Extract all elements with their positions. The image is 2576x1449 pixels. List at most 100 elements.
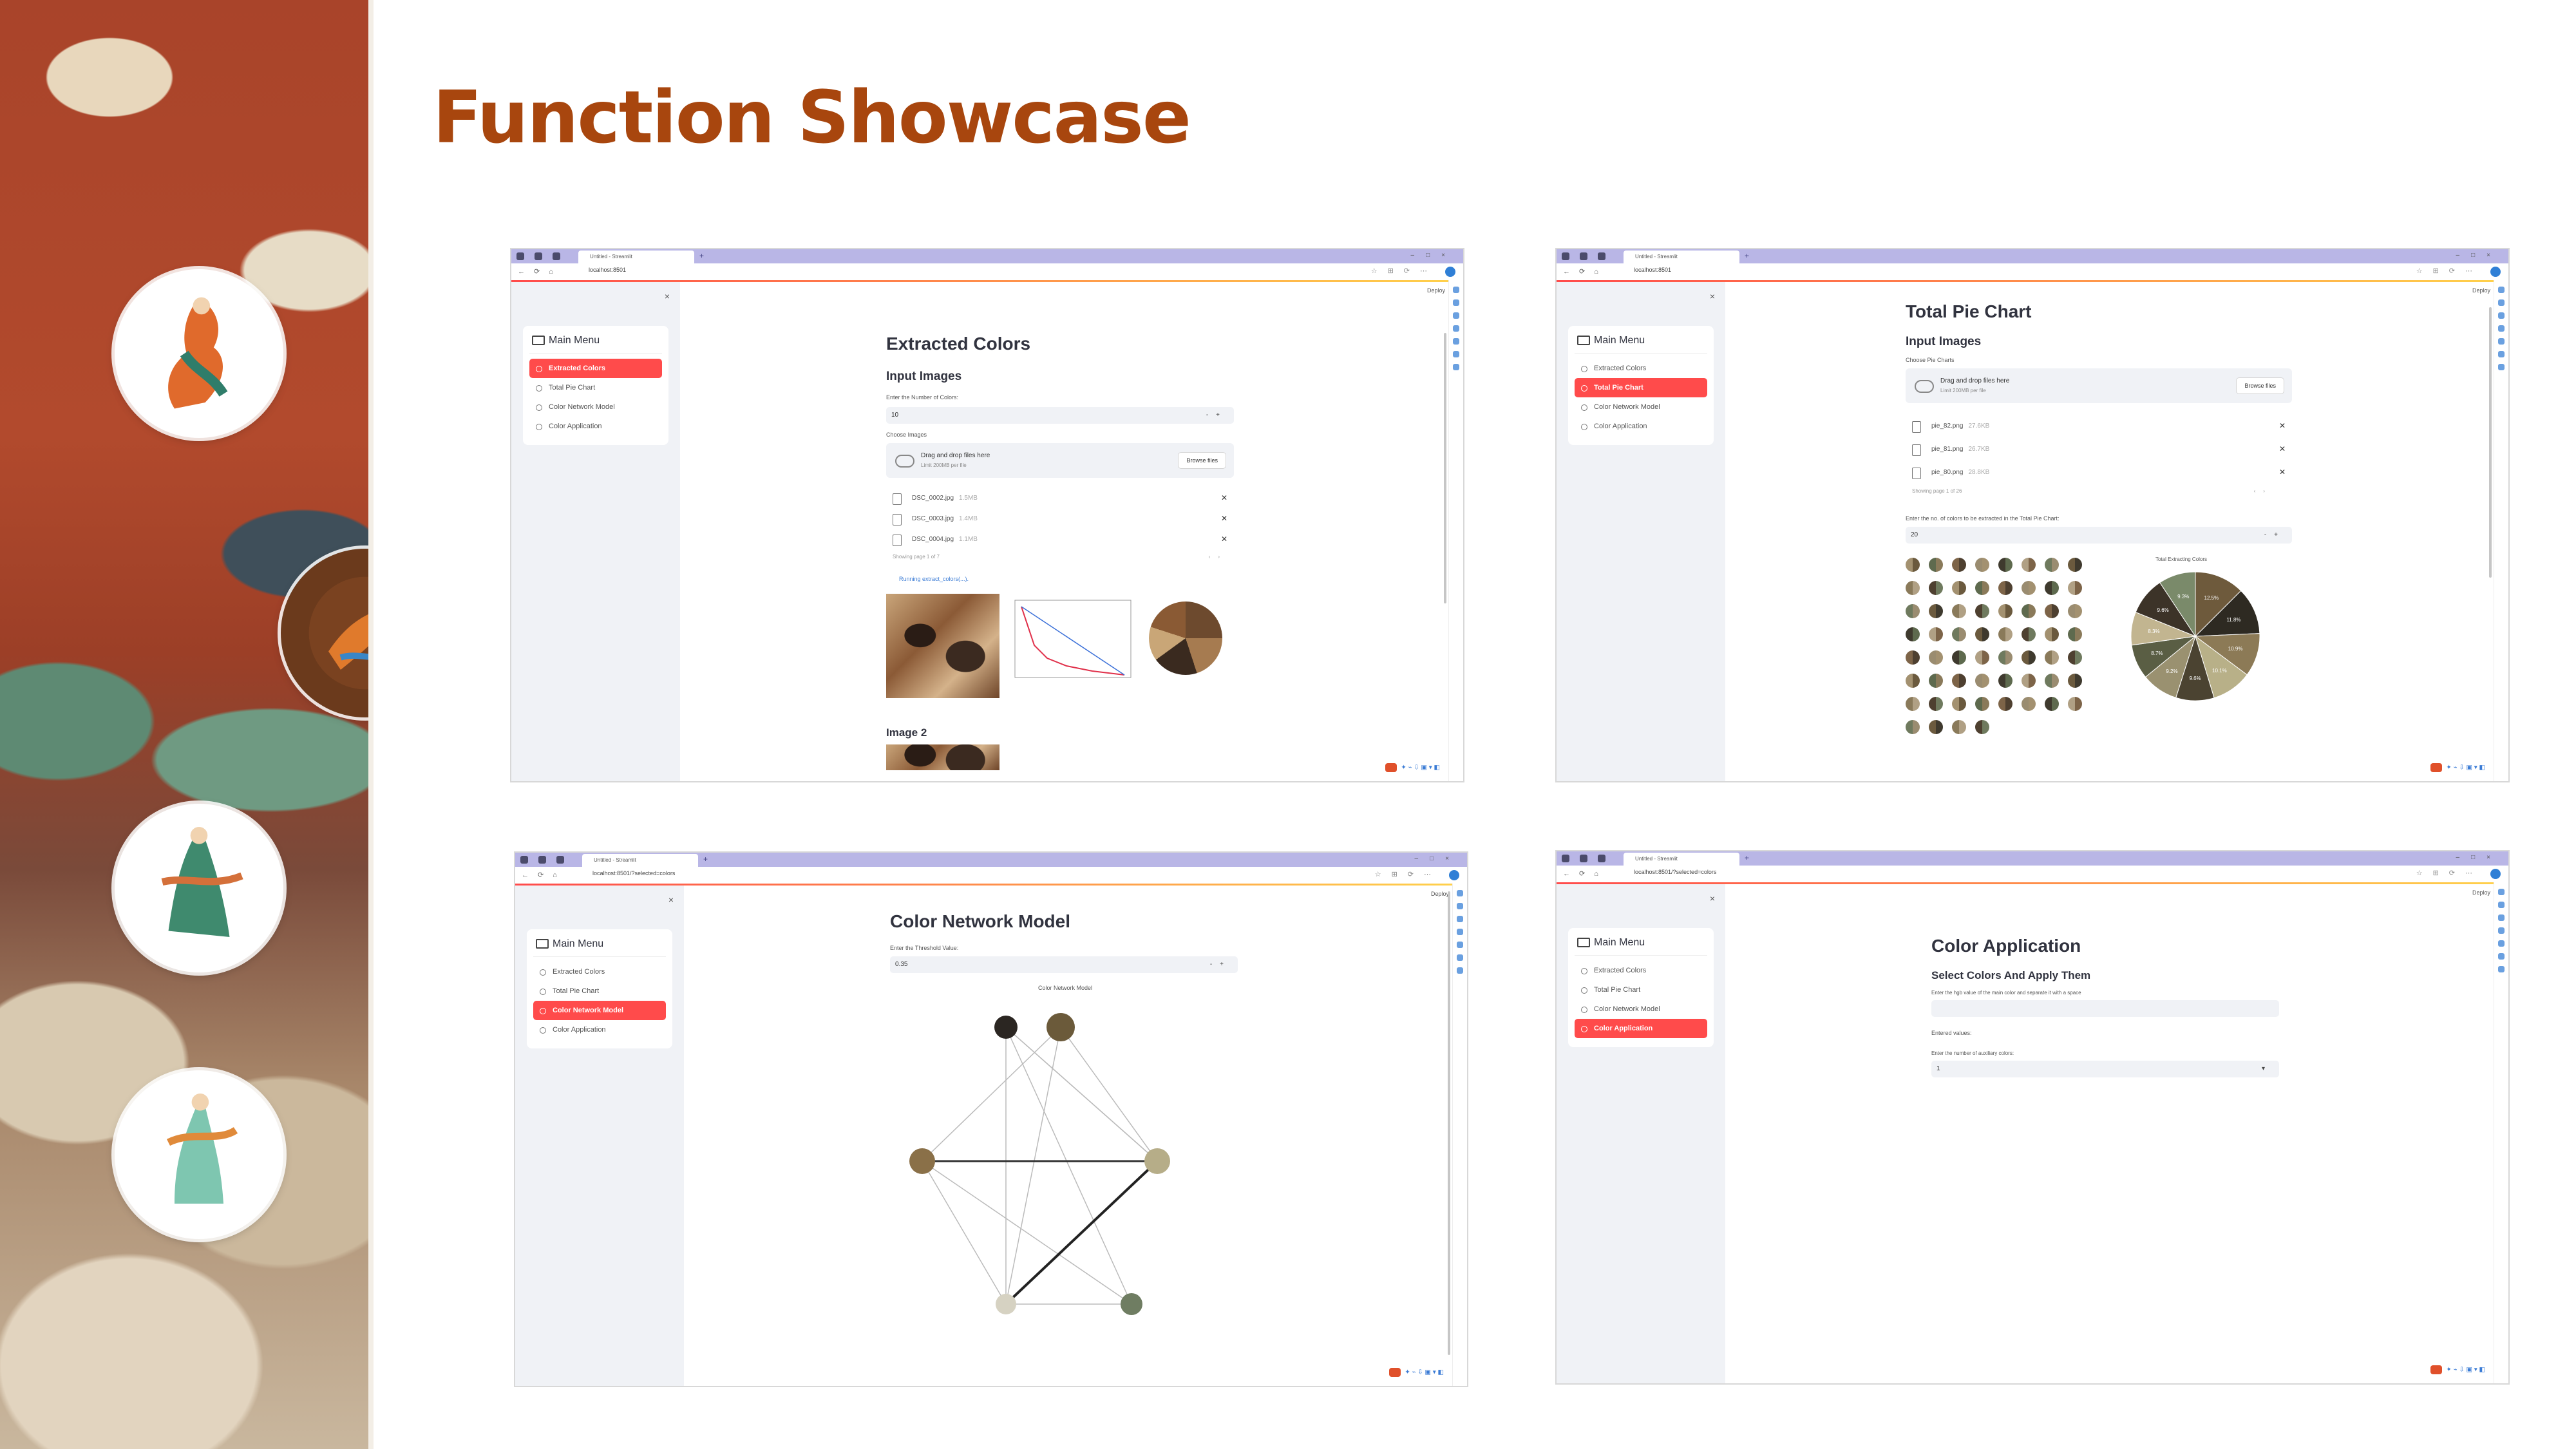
menu-item-color-network-model[interactable]: Color Network Model <box>533 1001 666 1020</box>
browser-tab[interactable]: Untitled - Streamlit <box>582 854 698 867</box>
taskbar-tray-icons: ✦ ⌁ ⇩ ▣ ▾ ◧ <box>1389 1368 1444 1377</box>
browser-toolbar-icons[interactable]: ☆⊞⟳⋯ <box>1371 267 1437 275</box>
menu-item-extracted-colors[interactable]: Extracted Colors <box>529 359 662 378</box>
new-tab-icon[interactable]: + <box>1745 251 1749 260</box>
remove-file-icon[interactable]: ✕ <box>2279 468 2286 477</box>
color-swatch <box>1975 674 1989 688</box>
slide-title: Function Showcase <box>433 76 1191 160</box>
deploy-label[interactable]: Deploy <box>2472 287 2490 294</box>
monitor-icon <box>1577 938 1590 947</box>
close-sidebar-icon[interactable]: × <box>668 895 674 905</box>
window-controls[interactable]: –□× <box>1415 855 1461 862</box>
window-controls[interactable]: –□× <box>2456 854 2502 861</box>
aux-count-select[interactable]: 1 ▾ <box>1931 1061 2279 1077</box>
dropzone-title: Drag and drop files here <box>1940 377 2010 384</box>
color-pie-thumbnail <box>1149 601 1222 675</box>
num-colors-label: Enter the Number of Colors: <box>886 394 959 401</box>
browser-toolbar-icons[interactable]: ☆⊞⟳⋯ <box>2416 267 2483 275</box>
remove-file-icon[interactable]: ✕ <box>1221 535 1227 544</box>
deploy-label[interactable]: Deploy <box>1427 287 1445 294</box>
menu-item-color-network-model[interactable]: Color Network Model <box>1575 397 1707 417</box>
menu-item-extracted-colors[interactable]: Extracted Colors <box>533 962 666 981</box>
main-color-input[interactable] <box>1931 1000 2279 1017</box>
menu-item-total-pie-chart[interactable]: Total Pie Chart <box>1575 378 1707 397</box>
dropzone-limit: Limit 200MB per file <box>921 462 967 468</box>
pie-slice-label: 10.9% <box>2228 646 2243 652</box>
menu-item-color-application[interactable]: Color Application <box>1575 417 1707 436</box>
url-field[interactable]: localhost:8501 <box>589 267 626 273</box>
profile-icon[interactable] <box>1445 267 1455 277</box>
remove-file-icon[interactable]: ✕ <box>2279 444 2286 453</box>
browser-toolbar-icons[interactable]: ☆⊞⟳⋯ <box>2416 869 2483 877</box>
file-dropzone[interactable]: Drag and drop files here Limit 200MB per… <box>886 443 1234 478</box>
num-colors-input[interactable]: 10 -+ <box>886 407 1234 424</box>
color-swatch <box>1952 627 1966 641</box>
url-field[interactable]: localhost:8501/?selected=colors <box>592 870 675 876</box>
file-dropzone[interactable]: Drag and drop files here Limit 200MB per… <box>1906 368 2292 403</box>
nav-buttons[interactable]: ←⟳⌂ <box>522 871 566 879</box>
browser-tab[interactable]: Untitled - Streamlit <box>1624 251 1739 263</box>
menu-item-color-application[interactable]: Color Application <box>533 1020 666 1039</box>
color-swatch <box>1975 720 1989 734</box>
deploy-label[interactable]: Deploy <box>1431 891 1449 897</box>
menu-bullet-icon <box>536 404 542 411</box>
color-swatch <box>2045 581 2059 595</box>
new-tab-icon[interactable]: + <box>1745 853 1749 862</box>
menu-item-color-application[interactable]: Color Application <box>529 417 662 436</box>
screenshot-total-pie-chart: Untitled - Streamlit + –□× ←⟳⌂ localhost… <box>1555 248 2510 782</box>
nav-buttons[interactable]: ←⟳⌂ <box>518 267 562 276</box>
url-field[interactable]: localhost:8501/?selected=colors <box>1634 869 1716 875</box>
menu-item-extracted-colors[interactable]: Extracted Colors <box>1575 359 1707 378</box>
address-bar: ←⟳⌂ localhost:8501/?selected=colors ☆⊞⟳⋯ <box>1557 866 2508 883</box>
close-sidebar-icon[interactable]: × <box>665 291 670 301</box>
profile-icon[interactable] <box>2490 267 2501 277</box>
browser-tab[interactable]: Untitled - Streamlit <box>1624 853 1739 866</box>
threshold-label: Enter the Threshold Value: <box>890 945 959 951</box>
url-field[interactable]: localhost:8501 <box>1634 267 1671 273</box>
medallion-dancer-1 <box>115 269 283 438</box>
menu-item-extracted-colors[interactable]: Extracted Colors <box>1575 961 1707 980</box>
deploy-label[interactable]: Deploy <box>2472 889 2490 896</box>
color-swatch <box>2022 558 2036 572</box>
nav-buttons[interactable]: ←⟳⌂ <box>1563 869 1607 878</box>
color-count-input[interactable]: 20 -+ <box>1906 527 2292 544</box>
remove-file-icon[interactable]: ✕ <box>2279 421 2286 430</box>
close-sidebar-icon[interactable]: × <box>1710 291 1715 301</box>
window-controls[interactable]: –□× <box>1411 252 1457 259</box>
remove-file-icon[interactable]: ✕ <box>1221 514 1227 523</box>
browse-files-button[interactable]: Browse files <box>1178 452 1226 469</box>
menu-bullet-icon <box>540 989 546 995</box>
color-swatch <box>1929 604 1943 618</box>
dancer-figure-icon <box>168 297 228 409</box>
color-swatch <box>1906 674 1920 688</box>
nav-buttons[interactable]: ←⟳⌂ <box>1563 267 1607 276</box>
menu-item-total-pie-chart[interactable]: Total Pie Chart <box>533 981 666 1001</box>
window-controls[interactable]: –□× <box>2456 252 2502 259</box>
menu-item-total-pie-chart[interactable]: Total Pie Chart <box>1575 980 1707 999</box>
taskbar-tray-icons: ✦ ⌁ ⇩ ▣ ▾ ◧ <box>1385 763 1440 772</box>
color-swatch <box>1906 697 1920 711</box>
browse-files-button[interactable]: Browse files <box>2236 377 2284 394</box>
menu-item-color-application[interactable]: Color Application <box>1575 1019 1707 1038</box>
scrollbar[interactable] <box>2489 307 2492 578</box>
pager-arrows[interactable]: ‹› <box>1209 554 1227 560</box>
profile-icon[interactable] <box>1449 870 1459 880</box>
close-sidebar-icon[interactable]: × <box>1710 893 1715 904</box>
menu-bullet-icon <box>540 1008 546 1014</box>
remove-file-icon[interactable]: ✕ <box>1221 493 1227 502</box>
scrollbar[interactable] <box>1448 891 1450 1355</box>
new-tab-icon[interactable]: + <box>699 251 704 260</box>
color-swatch <box>1952 674 1966 688</box>
scrollbar[interactable] <box>1444 333 1446 603</box>
color-swatch <box>2022 697 2036 711</box>
new-tab-icon[interactable]: + <box>703 855 708 864</box>
pager-arrows[interactable]: ‹› <box>2254 488 2273 494</box>
threshold-input[interactable]: 0.35 -+ <box>890 956 1238 973</box>
browser-toolbar-icons[interactable]: ☆⊞⟳⋯ <box>1375 870 1441 878</box>
menu-item-color-network-model[interactable]: Color Network Model <box>529 397 662 417</box>
profile-icon[interactable] <box>2490 869 2501 879</box>
browser-side-rail <box>2494 882 2508 1383</box>
browser-tab[interactable]: Untitled - Streamlit <box>578 251 694 263</box>
menu-item-total-pie-chart[interactable]: Total Pie Chart <box>529 378 662 397</box>
menu-item-color-network-model[interactable]: Color Network Model <box>1575 999 1707 1019</box>
